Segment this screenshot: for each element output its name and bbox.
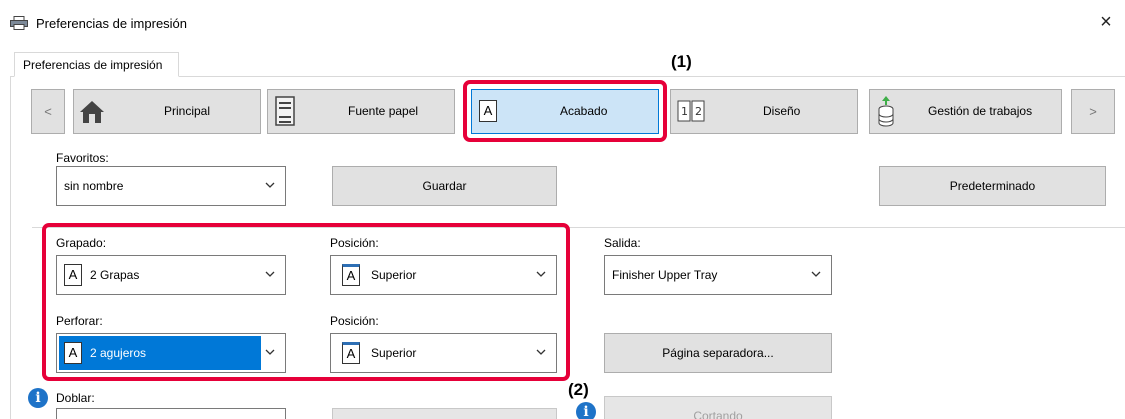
output-value: Finisher Upper Tray	[612, 268, 718, 282]
fold-settings-button[interactable]	[332, 408, 557, 419]
favorites-select[interactable]: sin nombre	[56, 166, 286, 206]
callout-frame-finishing	[463, 80, 667, 142]
info-icon[interactable]: i	[576, 402, 596, 419]
save-button[interactable]: Guardar	[332, 166, 557, 206]
nav-prev-button[interactable]: <	[31, 89, 65, 134]
nav-principal-label: Principal	[164, 104, 211, 118]
save-button-label: Guardar	[422, 179, 467, 193]
job-storage-icon	[878, 96, 894, 127]
fold-select[interactable]	[56, 408, 286, 419]
svg-text:2: 2	[695, 105, 702, 118]
printer-icon	[10, 16, 28, 30]
paper-tray-icon	[275, 96, 295, 126]
window-title: Preferencias de impresión	[36, 16, 188, 31]
title-bar: Preferencias de impresión ×	[0, 0, 1125, 44]
cutting-label: Cortando	[693, 409, 743, 419]
nav-layout-button[interactable]: 1 2 Diseño	[670, 89, 858, 134]
separator-page-label: Página separadora...	[662, 346, 774, 360]
nav-paper-source-button[interactable]: Fuente papel	[267, 89, 455, 134]
cutting-button[interactable]: Cortando	[604, 396, 832, 419]
nav-job-handling-label: Gestión de trabajos	[928, 104, 1033, 118]
output-label: Salida:	[604, 236, 641, 250]
chevron-down-icon	[265, 182, 275, 188]
fold-label: Doblar:	[56, 391, 95, 405]
callout-label-1: (1)	[671, 52, 692, 71]
tab-print-preferences[interactable]: Preferencias de impresión	[14, 52, 179, 77]
svg-text:1: 1	[681, 105, 688, 118]
nav-paper-source-label: Fuente papel	[348, 104, 419, 118]
default-button[interactable]: Predeterminado	[879, 166, 1106, 206]
home-icon	[80, 101, 104, 123]
nav-principal-button[interactable]: Principal	[73, 89, 261, 134]
default-button-label: Predeterminado	[949, 179, 1036, 193]
favorites-value: sin nombre	[64, 179, 124, 193]
callout-label-2: (2)	[568, 380, 589, 399]
separator-page-button[interactable]: Página separadora...	[604, 333, 832, 373]
nav-layout-label: Diseño	[763, 104, 801, 118]
favorites-label: Favoritos:	[56, 151, 109, 165]
chevron-down-icon	[811, 271, 821, 277]
output-select[interactable]: Finisher Upper Tray	[604, 255, 832, 295]
nav-next-button[interactable]: >	[1071, 89, 1115, 134]
close-button[interactable]: ×	[1093, 10, 1119, 36]
info-icon[interactable]: i	[28, 388, 48, 408]
layout-icon: 1 2	[677, 100, 705, 122]
callout-frame-options	[42, 223, 570, 381]
nav-job-handling-button[interactable]: Gestión de trabajos	[869, 89, 1062, 134]
